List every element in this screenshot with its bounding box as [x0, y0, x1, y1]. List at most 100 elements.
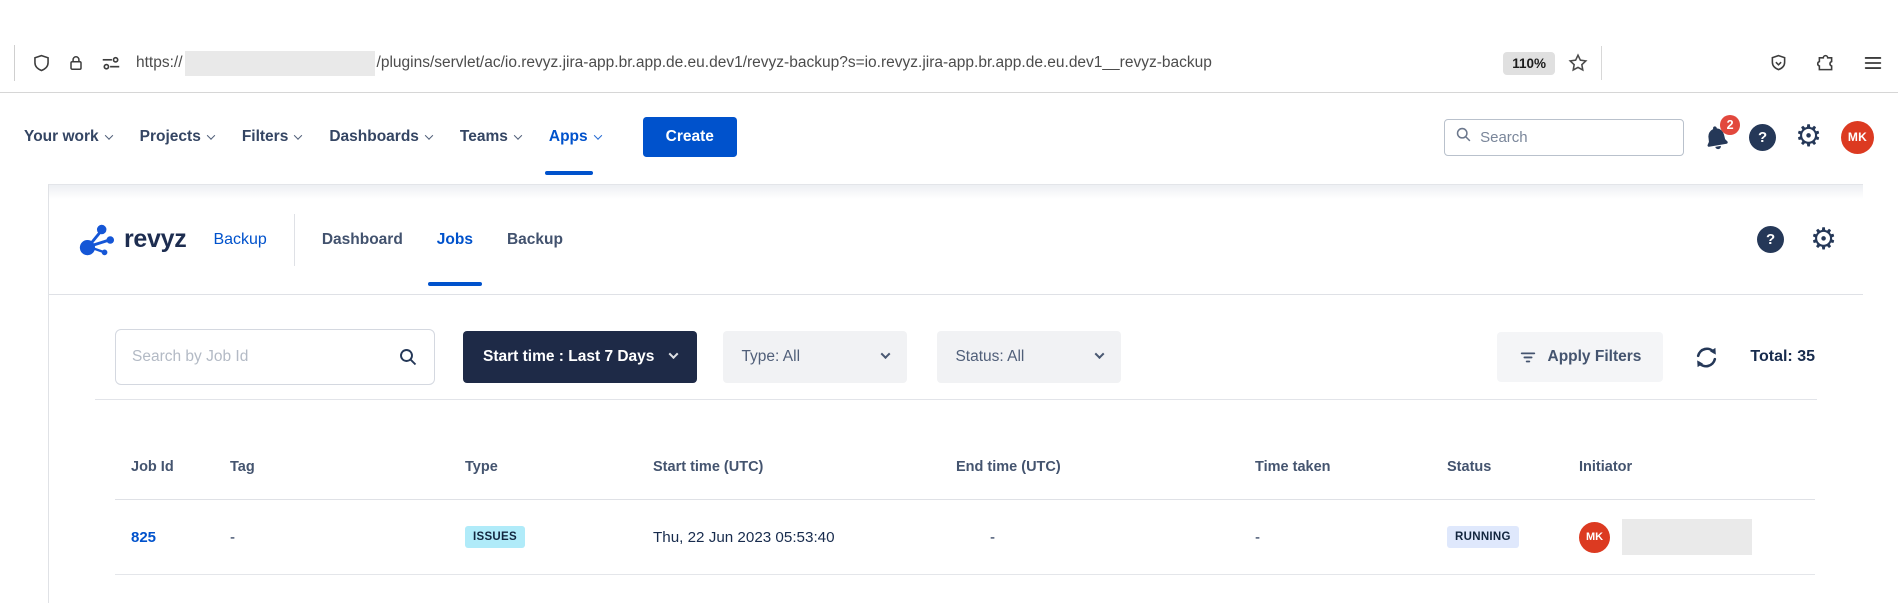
status-badge: RUNNING [1447, 526, 1519, 548]
nav-item-your-work[interactable]: Your work [24, 93, 112, 181]
job-id-search-input[interactable] [132, 348, 398, 366]
type-dropdown[interactable]: Type: All [723, 331, 907, 383]
job-id-link[interactable]: 825 [131, 529, 156, 546]
help-button[interactable]: ? [1749, 124, 1776, 151]
nav-item-apps[interactable]: Apps [549, 93, 601, 181]
nav-item-dashboards[interactable]: Dashboards [329, 93, 432, 181]
column-header-tag: Tag [230, 459, 465, 475]
tab-label: Jobs [437, 231, 473, 249]
app-help-button[interactable]: ? [1757, 226, 1784, 253]
column-header-status: Status [1447, 459, 1579, 475]
initiator-avatar: MK [1579, 522, 1610, 553]
nav-item-label: Teams [460, 128, 508, 146]
tracking-protection-shield-icon[interactable] [31, 53, 52, 74]
global-search-input[interactable] [1480, 129, 1673, 146]
status-cell: RUNNING [1447, 526, 1579, 548]
tag-cell: - [230, 529, 465, 546]
jobs-table: Job Id Tag Type Start time (UTC) End tim… [49, 400, 1863, 575]
tab-jobs[interactable]: Jobs [437, 185, 473, 294]
create-button[interactable]: Create [643, 117, 737, 157]
search-icon [398, 347, 418, 367]
browser-chrome: https:// /plugins/servlet/ac/io.revyz.ji… [0, 0, 1898, 93]
zoom-level-badge[interactable]: 110% [1503, 52, 1555, 75]
revyz-app-panel: revyz Backup Dashboard Jobs Backup ? ⚙ [48, 184, 1863, 603]
tab-backup[interactable]: Backup [507, 185, 563, 294]
active-tab-underline [428, 282, 482, 286]
tab-dashboard[interactable]: Dashboard [322, 185, 403, 294]
chevron-down-icon [881, 349, 891, 359]
permissions-icon[interactable] [100, 52, 122, 74]
chevron-down-icon [514, 131, 522, 139]
bookmark-star-icon[interactable] [1567, 52, 1589, 74]
column-header-time-taken: Time taken [1255, 459, 1447, 475]
filter-right-cluster: Apply Filters Total: 35 [1497, 332, 1816, 382]
url-protocol: https:// [136, 54, 183, 72]
start-time-cell: Thu, 22 Jun 2023 05:53:40 [653, 529, 956, 546]
nav-item-label: Dashboards [329, 128, 419, 146]
nav-item-filters[interactable]: Filters [242, 93, 302, 181]
chevron-down-icon [104, 131, 112, 139]
total-count: Total: 35 [1750, 348, 1815, 366]
app-settings-gear-icon[interactable]: ⚙ [1810, 225, 1837, 255]
time-taken-cell: - [1255, 529, 1447, 546]
address-bar[interactable]: https:// /plugins/servlet/ac/io.revyz.ji… [136, 51, 1212, 76]
type-label: Type: All [741, 348, 800, 366]
status-dropdown[interactable]: Status: All [937, 331, 1121, 383]
app-header-icons: ? ⚙ [1757, 225, 1837, 255]
notification-count-badge: 2 [1720, 115, 1740, 135]
product-link[interactable]: Backup [213, 231, 266, 249]
chevron-down-icon [207, 131, 215, 139]
column-header-start-time: Start time (UTC) [653, 459, 956, 475]
extensions-puzzle-icon[interactable] [1815, 53, 1836, 74]
status-label: Status: All [955, 348, 1024, 366]
start-time-label: Start time : Last 7 Days [483, 348, 654, 366]
chevron-down-icon [669, 349, 679, 359]
revyz-logo-icon [75, 221, 117, 259]
chevron-down-icon [593, 131, 601, 139]
user-avatar[interactable]: MK [1841, 121, 1874, 154]
url-path: /plugins/servlet/ac/io.revyz.jira-app.br… [377, 54, 1212, 72]
nav-item-projects[interactable]: Projects [140, 93, 214, 181]
toolbar-right: 110% [1503, 46, 1884, 80]
initiator-redacted-name [1622, 519, 1752, 555]
job-id-search-box[interactable] [115, 329, 435, 385]
browser-toolbar: https:// /plugins/servlet/ac/io.revyz.ji… [0, 40, 1898, 86]
filter-lines-icon [1519, 348, 1537, 366]
toolbar-divider [1601, 46, 1602, 80]
nav-right-cluster: 2 ? ⚙ MK [1444, 119, 1874, 156]
nav-item-label: Filters [242, 128, 289, 146]
header-divider [294, 214, 295, 266]
apply-filters-label: Apply Filters [1548, 348, 1642, 366]
job-id-cell: 825 [115, 529, 230, 546]
table-row: 825 - ISSUES Thu, 22 Jun 2023 05:53:40 -… [115, 500, 1815, 575]
tab-label: Backup [507, 231, 563, 249]
end-time-cell: - [956, 529, 1255, 546]
column-header-job-id: Job Id [115, 459, 230, 475]
jira-nav-bar: Your work Projects Filters Dashboards Te… [0, 93, 1898, 181]
chevron-down-icon [294, 131, 302, 139]
refresh-icon[interactable] [1693, 344, 1720, 371]
column-header-type: Type [465, 459, 653, 475]
global-search-box[interactable] [1444, 119, 1684, 156]
table-header-row: Job Id Tag Type Start time (UTC) End tim… [115, 400, 1815, 500]
shield-check-icon[interactable] [1768, 53, 1789, 74]
type-badge: ISSUES [465, 526, 525, 548]
column-header-end-time: End time (UTC) [956, 459, 1255, 475]
start-time-dropdown[interactable]: Start time : Last 7 Days [463, 331, 697, 383]
menu-hamburger-icon[interactable] [1862, 52, 1884, 74]
type-cell: ISSUES [465, 526, 653, 548]
connection-lock-icon[interactable] [66, 53, 86, 73]
nav-item-label: Projects [140, 128, 201, 146]
nav-item-label: Your work [24, 128, 99, 146]
toolbar-divider [14, 45, 15, 81]
chevron-down-icon [425, 131, 433, 139]
nav-item-label: Apps [549, 128, 588, 146]
settings-gear-icon[interactable]: ⚙ [1795, 122, 1822, 152]
app-header: revyz Backup Dashboard Jobs Backup ? ⚙ [49, 185, 1863, 295]
active-nav-underline [545, 171, 593, 175]
app-tabs: Dashboard Jobs Backup [322, 185, 563, 294]
nav-item-teams[interactable]: Teams [460, 93, 521, 181]
notifications-button[interactable]: 2 [1703, 124, 1730, 151]
apply-filters-button[interactable]: Apply Filters [1497, 332, 1664, 382]
initiator-cell: MK [1579, 519, 1815, 555]
